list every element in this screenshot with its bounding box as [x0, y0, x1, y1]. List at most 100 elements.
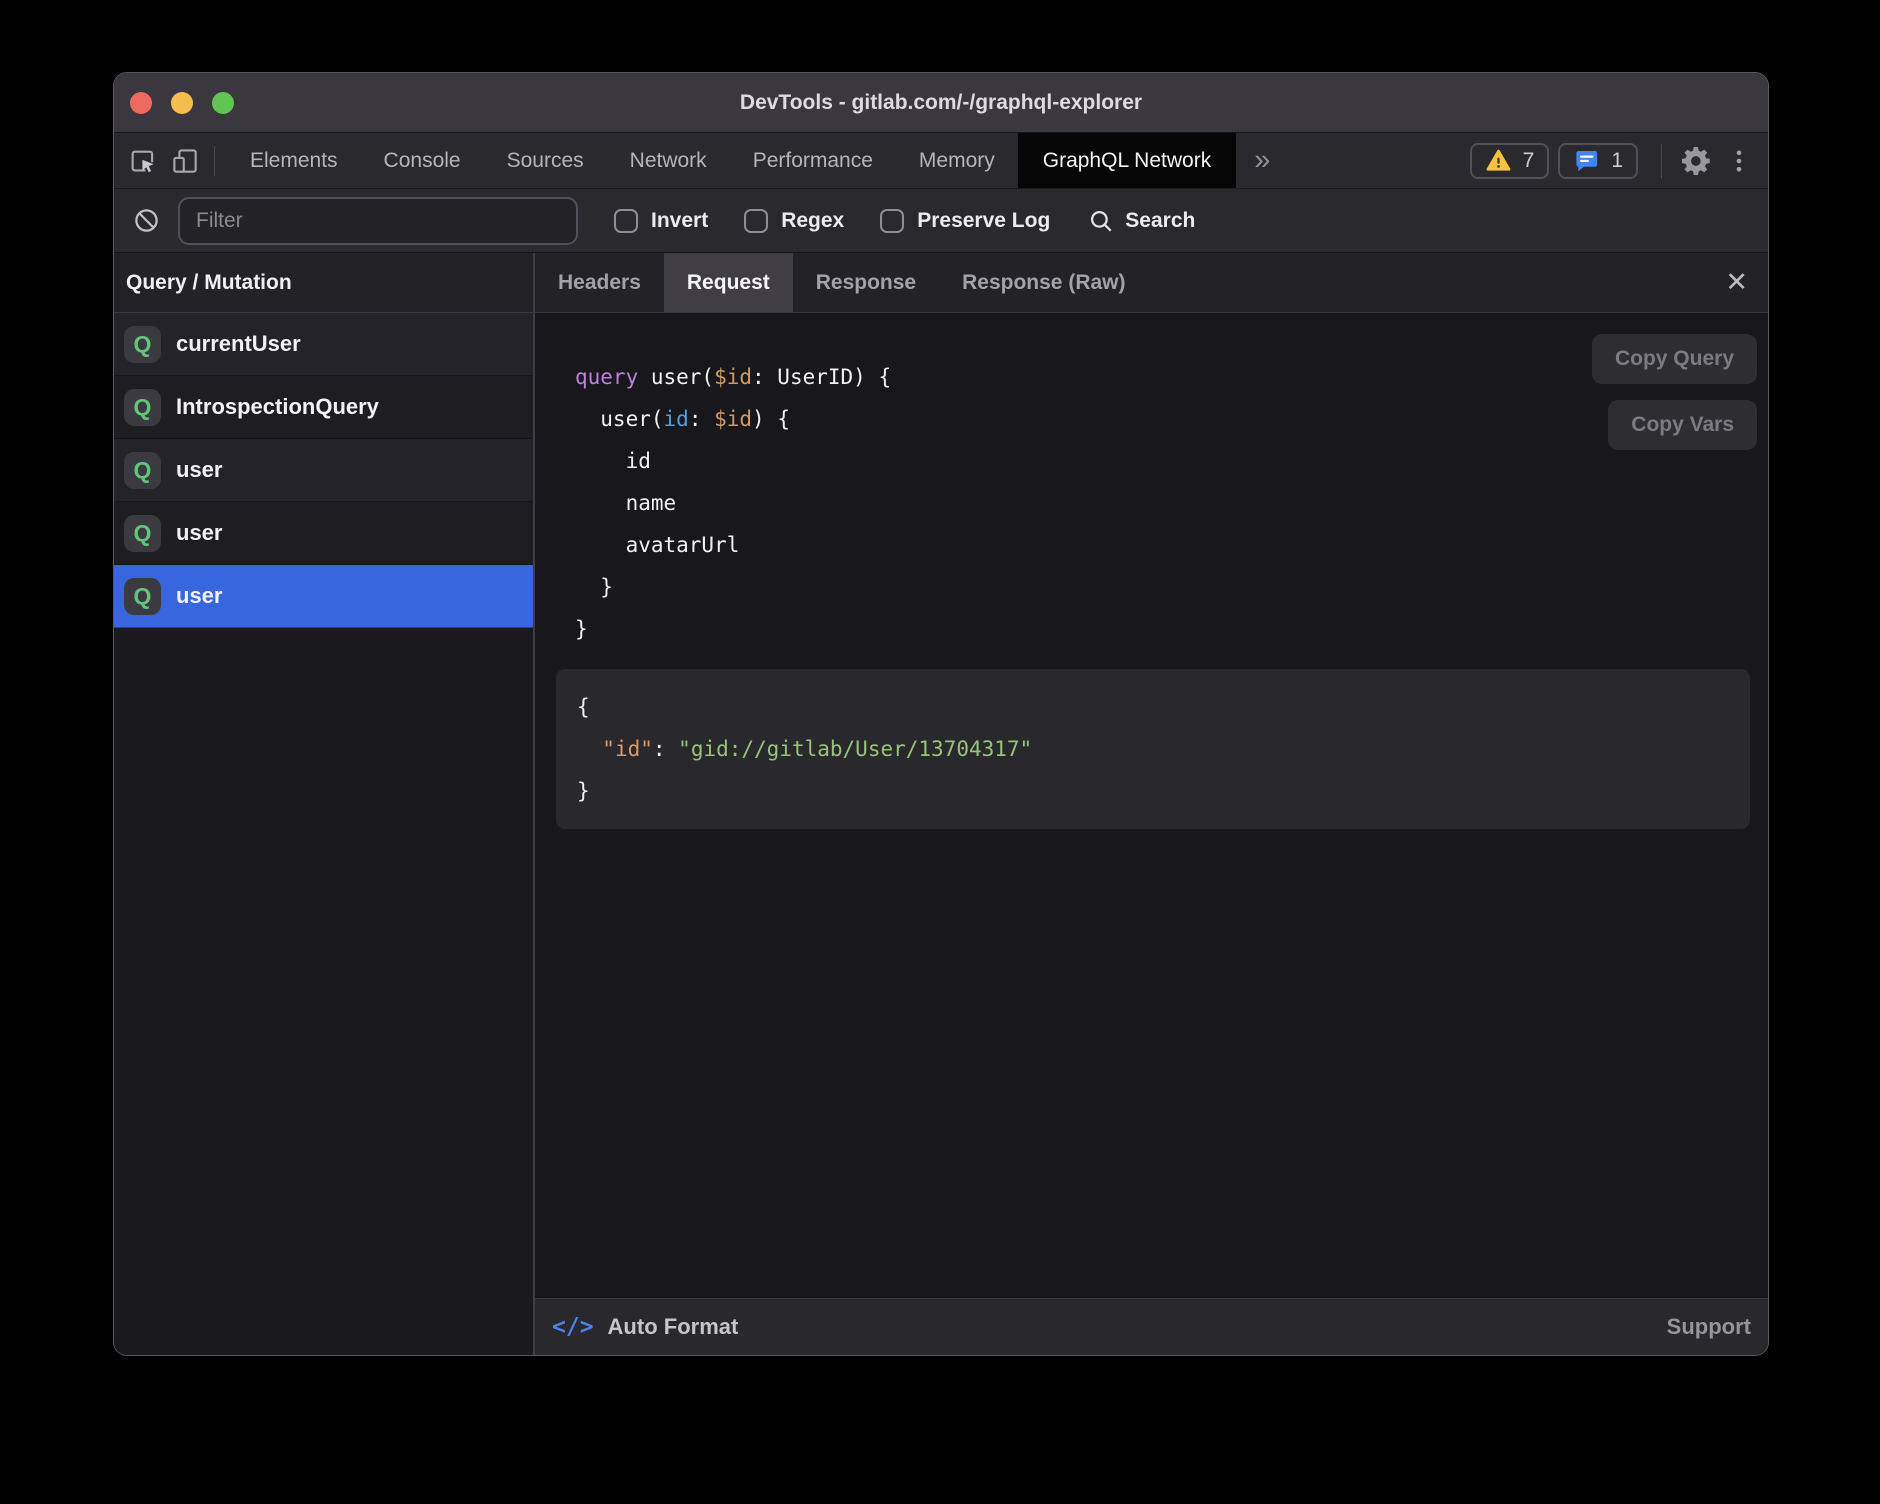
code-line: query user($id: UserID) { — [575, 356, 1768, 398]
graphql-query-code: query user($id: UserID) { user(id: $id) … — [535, 356, 1768, 650]
minimize-window-button[interactable] — [171, 92, 193, 114]
main-tab-sources[interactable]: Sources — [484, 133, 607, 188]
sidebar-header: Query / Mutation — [114, 253, 533, 313]
query-name: IntrospectionQuery — [176, 394, 379, 420]
chat-bubble-icon — [1573, 147, 1600, 174]
clear-filter-icon[interactable] — [128, 189, 164, 252]
code-token: id — [575, 449, 651, 473]
code-token: } — [575, 617, 588, 641]
zoom-window-button[interactable] — [212, 92, 234, 114]
panel-footer: </> Auto Format Support — [535, 1298, 1768, 1355]
query-name: user — [176, 583, 222, 609]
query-list-item[interactable]: Quser — [114, 439, 533, 502]
traffic-lights — [130, 92, 234, 114]
main-toolbar: ElementsConsoleSourcesNetworkPerformance… — [114, 133, 1768, 189]
filter-toggle-regex[interactable]: Regex — [744, 209, 844, 233]
main-tab-network[interactable]: Network — [607, 133, 730, 188]
code-token: $id — [714, 407, 752, 431]
main-tab-console[interactable]: Console — [361, 133, 484, 188]
filter-toggles: Invert Regex Preserve Log — [578, 209, 1050, 233]
query-name: user — [176, 457, 222, 483]
code-token: name — [575, 491, 676, 515]
code-token: : UserID) { — [752, 365, 891, 389]
code-token: query — [575, 365, 638, 389]
close-icon[interactable]: ✕ — [1725, 269, 1748, 296]
request-content: query user($id: UserID) { user(id: $id) … — [535, 313, 1768, 1298]
query-list: QcurrentUserQIntrospectionQueryQuserQuse… — [114, 313, 533, 628]
code-token: "id" — [602, 737, 653, 761]
inspect-element-icon[interactable] — [122, 133, 164, 188]
checkbox-preserve-log[interactable] — [880, 209, 904, 233]
filter-bar: Invert Regex Preserve Log Search — [114, 189, 1768, 253]
device-toolbar-icon[interactable] — [164, 133, 206, 188]
search-icon — [1088, 208, 1114, 234]
copy-vars-button[interactable]: Copy Vars — [1608, 400, 1757, 450]
detail-panel: HeadersRequestResponseResponse (Raw) ✕ q… — [535, 253, 1768, 1355]
query-list-item[interactable]: QcurrentUser — [114, 313, 533, 376]
query-list-item[interactable]: Q IntrospectionQuery — [114, 376, 533, 439]
settings-gear-icon[interactable] — [1676, 133, 1718, 188]
messages-count: 1 — [1611, 149, 1623, 173]
checkbox-label-preserve-log: Preserve Log — [917, 209, 1050, 233]
query-list-item[interactable]: Quser — [114, 502, 533, 565]
filter-toggle-preserve-log[interactable]: Preserve Log — [880, 209, 1050, 233]
code-token: ) { — [752, 407, 790, 431]
auto-format-button[interactable]: </> Auto Format — [552, 1314, 738, 1340]
checkbox-invert[interactable] — [614, 209, 638, 233]
query-name: currentUser — [176, 331, 301, 357]
devtools-window: DevTools - gitlab.com/-/graphql-explorer… — [113, 72, 1769, 1356]
code-token: id — [664, 407, 689, 431]
checkbox-label-invert: Invert — [651, 209, 708, 233]
code-line: } — [575, 566, 1768, 608]
code-line: { — [577, 686, 1750, 728]
copy-query-button[interactable]: Copy Query — [1592, 334, 1757, 384]
code-token: : — [689, 407, 714, 431]
code-line: id — [575, 440, 1768, 482]
warning-triangle-icon — [1485, 147, 1512, 174]
more-tabs-icon[interactable]: » — [1236, 133, 1288, 188]
detail-tab-response[interactable]: Response — [793, 253, 939, 312]
toolbar-spacer — [1288, 133, 1469, 188]
main-tab-performance[interactable]: Performance — [730, 133, 896, 188]
code-token: } — [575, 575, 613, 599]
code-format-icon: </> — [552, 1314, 594, 1340]
code-token — [577, 737, 602, 761]
code-token: } — [577, 779, 590, 803]
code-token: user( — [638, 365, 714, 389]
code-token: { — [577, 695, 590, 719]
support-link[interactable]: Support — [1667, 1314, 1751, 1340]
code-token: user( — [575, 407, 664, 431]
titlebar: DevTools - gitlab.com/-/graphql-explorer — [114, 73, 1768, 133]
code-line: name — [575, 482, 1768, 524]
close-window-button[interactable] — [130, 92, 152, 114]
detail-tabs: HeadersRequestResponseResponse (Raw) — [535, 253, 1149, 312]
code-line: } — [575, 608, 1768, 650]
code-line: user(id: $id) { — [575, 398, 1768, 440]
copy-buttons: Copy Query Copy Vars — [1592, 334, 1757, 450]
main-tabs: ElementsConsoleSourcesNetworkPerformance… — [227, 133, 1236, 188]
search-label: Search — [1125, 209, 1195, 233]
code-token: avatarUrl — [575, 533, 739, 557]
variables-box: { "id": "gid://gitlab/User/13704317"} — [556, 669, 1750, 829]
main-tab-memory[interactable]: Memory — [896, 133, 1018, 188]
warnings-badge[interactable]: 7 — [1470, 143, 1550, 179]
query-sidebar: Query / Mutation QcurrentUser Q Introspect… — [114, 253, 535, 1355]
filter-toggle-invert[interactable]: Invert — [614, 209, 708, 233]
three-dot-menu-icon[interactable] — [1718, 133, 1760, 188]
code-line: "id": "gid://gitlab/User/13704317" — [577, 728, 1750, 770]
query-type-badge: Q — [124, 389, 161, 426]
search-button[interactable]: Search — [1088, 208, 1195, 234]
messages-badge[interactable]: 1 — [1558, 143, 1638, 179]
detail-tab-request[interactable]: Request — [664, 253, 793, 312]
detail-tab-response-raw[interactable]: Response (Raw) — [939, 253, 1148, 312]
checkbox-regex[interactable] — [744, 209, 768, 233]
query-list-item[interactable]: Quser — [114, 565, 533, 628]
variables-code: { "id": "gid://gitlab/User/13704317"} — [556, 686, 1750, 812]
main-tab-elements[interactable]: Elements — [227, 133, 361, 188]
detail-tab-headers[interactable]: Headers — [535, 253, 664, 312]
code-token: "gid://gitlab/User/13704317" — [678, 737, 1032, 761]
auto-format-label: Auto Format — [608, 1314, 739, 1340]
checkbox-label-regex: Regex — [781, 209, 844, 233]
filter-input[interactable] — [178, 197, 578, 245]
main-tab-graphql-network[interactable]: GraphQL Network — [1018, 133, 1236, 188]
